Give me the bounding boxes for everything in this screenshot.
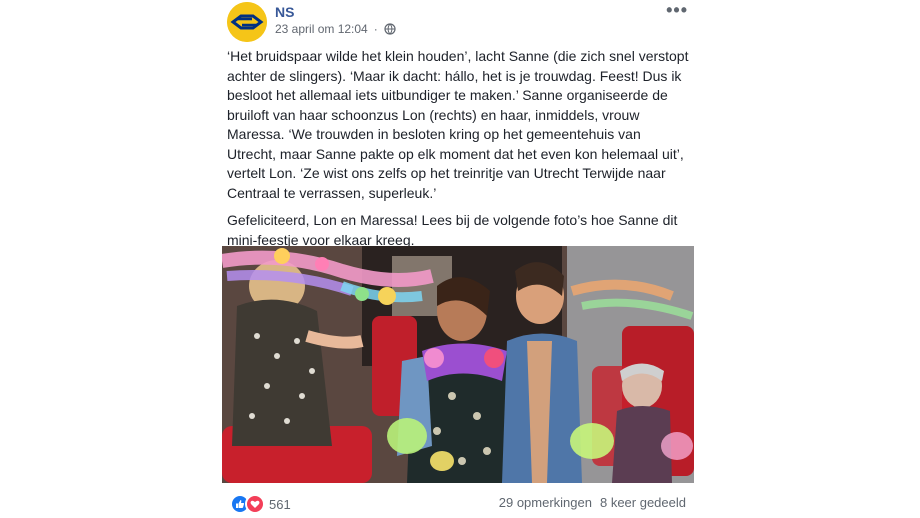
- reaction-count: 561: [269, 496, 291, 512]
- post-text: ‘Het bruidspaar wilde het klein houden’,…: [227, 47, 691, 258]
- page-name-link[interactable]: NS: [275, 4, 294, 20]
- more-options-icon[interactable]: •••: [666, 0, 688, 21]
- reactions-summary[interactable]: 561: [230, 494, 291, 514]
- ns-logo-avatar[interactable]: [227, 2, 267, 42]
- facebook-post: NS 23 april om 12:04 · ••• ‘Het bruidspa…: [222, 0, 694, 518]
- post-paragraph: Gefeliciteerd, Lon en Maressa! Lees bij …: [227, 212, 678, 248]
- globe-icon[interactable]: [384, 23, 396, 35]
- post-meta: 23 april om 12:04 ·: [275, 22, 396, 36]
- wedding-photo-illustration: [222, 246, 694, 483]
- post-photo[interactable]: [222, 246, 694, 483]
- comments-link[interactable]: 29 opmerkingen: [499, 495, 592, 510]
- ns-logo-icon: [227, 2, 267, 42]
- love-icon: [245, 494, 265, 514]
- engagement-stats: 29 opmerkingen 8 keer gedeeld: [499, 495, 686, 510]
- post-paragraph: ‘Het bruidspaar wilde het klein houden’,…: [227, 48, 689, 201]
- post-timestamp[interactable]: 23 april om 12:04: [275, 22, 368, 36]
- shares-link[interactable]: 8 keer gedeeld: [600, 495, 686, 510]
